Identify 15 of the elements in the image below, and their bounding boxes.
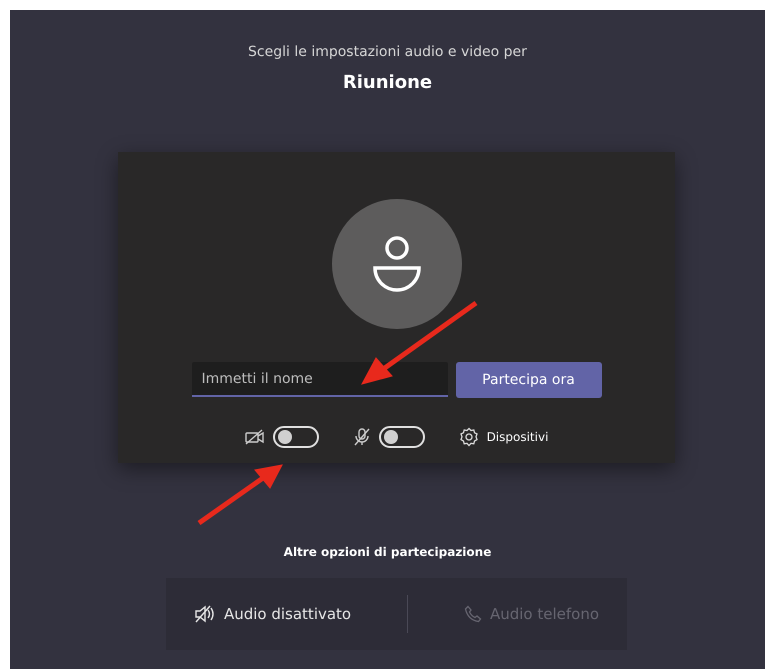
toggle-switch[interactable] (272, 426, 319, 448)
devices-button[interactable]: Dispositivi (486, 428, 548, 446)
person-icon (372, 235, 422, 293)
join-button[interactable]: Partecipa ora (456, 362, 602, 398)
section-title: Altre opzioni di partecipazione (282, 544, 492, 561)
meeting-title: Riunione (342, 71, 434, 95)
toggle-switch[interactable] (378, 426, 425, 448)
phone-icon (464, 605, 482, 623)
settings-icon (458, 427, 479, 447)
subtitle: Scegli le impostazioni audio e video per (247, 43, 528, 62)
camera-off-icon (244, 429, 265, 445)
mic-off-icon (352, 428, 371, 446)
speaker-off-icon (194, 605, 216, 623)
name-field[interactable]: Immetti il nome (192, 362, 448, 397)
option-button[interactable]: Audio disattivato (194, 602, 352, 626)
